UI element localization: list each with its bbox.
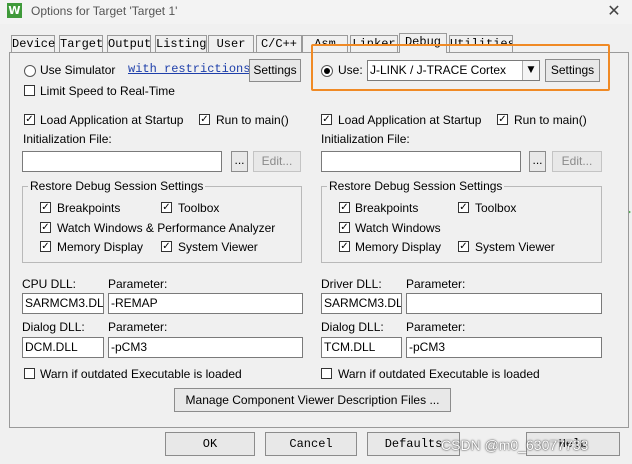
- limit-speed-checkbox[interactable]: [24, 85, 35, 96]
- breakpoints-checkbox[interactable]: ✓: [40, 202, 51, 213]
- dialog-dll-input[interactable]: DCM.DLL: [22, 337, 104, 358]
- load-app-checkbox[interactable]: ✓: [24, 114, 35, 125]
- button-label: ...: [234, 153, 245, 167]
- tab-target[interactable]: Target: [59, 35, 103, 53]
- toolbox-checkbox[interactable]: ✓: [161, 202, 172, 213]
- system-viewer-checkbox[interactable]: ✓: [161, 241, 172, 252]
- tab-device[interactable]: Device: [11, 35, 55, 53]
- init-file-label: Initialization File:: [321, 132, 410, 146]
- toolbox-label: Toolbox: [475, 201, 517, 215]
- run-to-main-checkbox[interactable]: ✓: [497, 114, 508, 125]
- limit-speed-label: Limit Speed to Real-Time: [40, 84, 175, 98]
- use-simulator-label: Use Simulator: [40, 63, 116, 77]
- tab-c-cpp[interactable]: C/C++: [256, 35, 302, 53]
- watch-windows-label: Watch Windows: [355, 221, 441, 235]
- button-label: Defaults: [384, 437, 443, 451]
- init-file-input[interactable]: [321, 151, 521, 172]
- driver-parameter-input[interactable]: [406, 293, 602, 314]
- tab-output[interactable]: Output: [107, 35, 151, 53]
- run-to-main-label: Run to main(): [216, 113, 289, 127]
- watch-windows-checkbox[interactable]: ✓: [339, 222, 350, 233]
- warn-outdated-checkbox[interactable]: [24, 368, 35, 379]
- warn-outdated-checkbox[interactable]: [321, 368, 332, 379]
- restore-group-title: Restore Debug Session Settings: [28, 179, 206, 193]
- title-bar: W Options for Target 'Target 1' ✕: [0, 0, 632, 24]
- simulator-settings-button[interactable]: Settings: [249, 59, 301, 82]
- tab-user[interactable]: User: [208, 35, 254, 53]
- watch-windows-checkbox[interactable]: ✓: [40, 222, 51, 233]
- driver-dll-input[interactable]: SARMCM3.DLL: [321, 293, 402, 314]
- cpu-dll-label: CPU DLL:: [22, 277, 77, 291]
- tab-label: Device: [12, 37, 56, 51]
- button-label: Edit...: [561, 154, 593, 168]
- cpu-parameter-input[interactable]: -REMAP: [108, 293, 303, 314]
- system-viewer-label: System Viewer: [475, 240, 555, 254]
- button-label: Manage Component Viewer Description File…: [185, 393, 440, 407]
- dialog-dll-input[interactable]: TCM.DLL: [321, 337, 402, 358]
- tab-listing[interactable]: Listing: [155, 35, 207, 53]
- init-file-browse-button[interactable]: ...: [231, 151, 248, 172]
- tab-label: C/C++: [260, 37, 297, 51]
- toolbox-label: Toolbox: [178, 201, 220, 215]
- init-file-edit-button[interactable]: Edit...: [253, 151, 301, 172]
- button-label: Edit...: [261, 154, 293, 168]
- init-file-input[interactable]: [22, 151, 222, 172]
- run-to-main-label: Run to main(): [514, 113, 587, 127]
- memory-display-checkbox[interactable]: ✓: [339, 241, 350, 252]
- watermark: CSDN @m0_63077733: [441, 437, 589, 453]
- driver-dll-label: Driver DLL:: [321, 277, 382, 291]
- dialog-parameter-input[interactable]: -pCM3: [108, 337, 303, 358]
- dialog-parameter-label: Parameter:: [108, 320, 168, 334]
- window-title: Options for Target 'Target 1': [31, 4, 178, 18]
- tab-label: Target: [60, 37, 104, 51]
- dialog-parameter-label: Parameter:: [406, 320, 466, 334]
- system-viewer-checkbox[interactable]: ✓: [458, 241, 469, 252]
- init-file-edit-button[interactable]: Edit...: [552, 151, 602, 172]
- init-file-label: Initialization File:: [23, 132, 112, 146]
- app-icon: W: [7, 3, 22, 18]
- dialog-parameter-input[interactable]: -pCM3: [406, 337, 602, 358]
- tab-label: Output: [108, 37, 152, 51]
- dialog-dll-label: Dialog DLL:: [321, 320, 384, 334]
- use-simulator-radio[interactable]: [24, 65, 36, 77]
- memory-display-label: Memory Display: [355, 240, 442, 254]
- button-label: Cancel: [289, 437, 333, 451]
- restrictions-link[interactable]: with restrictions: [128, 62, 250, 76]
- button-label: OK: [202, 437, 218, 451]
- memory-display-label: Memory Display: [57, 240, 144, 254]
- system-viewer-label: System Viewer: [178, 240, 258, 254]
- load-app-label: Load Application at Startup: [338, 113, 482, 127]
- memory-display-checkbox[interactable]: ✓: [40, 241, 51, 252]
- cancel-button[interactable]: Cancel: [265, 432, 357, 456]
- breakpoints-label: Breakpoints: [355, 201, 419, 215]
- load-app-label: Load Application at Startup: [40, 113, 184, 127]
- init-file-browse-button[interactable]: ...: [529, 151, 546, 172]
- toolbox-checkbox[interactable]: ✓: [458, 202, 469, 213]
- tab-label: User: [216, 37, 246, 51]
- manage-component-viewer-button[interactable]: Manage Component Viewer Description File…: [174, 388, 451, 412]
- restore-group-title: Restore Debug Session Settings: [327, 179, 505, 193]
- close-button[interactable]: ✕: [596, 0, 632, 22]
- ok-button[interactable]: OK: [165, 432, 255, 456]
- breakpoints-checkbox[interactable]: ✓: [339, 202, 350, 213]
- tab-label: Listing: [156, 37, 207, 51]
- watch-windows-label: Watch Windows & Performance Analyzer: [57, 221, 276, 235]
- breakpoints-label: Breakpoints: [57, 201, 121, 215]
- warn-outdated-label: Warn if outdated Executable is loaded: [338, 367, 540, 381]
- warn-outdated-label: Warn if outdated Executable is loaded: [40, 367, 242, 381]
- dialog-dll-label: Dialog DLL:: [22, 320, 85, 334]
- highlight-box: [311, 44, 610, 91]
- driver-parameter-label: Parameter:: [406, 277, 466, 291]
- run-to-main-checkbox[interactable]: ✓: [199, 114, 210, 125]
- button-label: Settings: [253, 63, 297, 77]
- load-app-checkbox[interactable]: ✓: [321, 114, 332, 125]
- cpu-dll-input[interactable]: SARMCM3.DLL: [22, 293, 104, 314]
- close-icon: ✕: [607, 1, 621, 20]
- button-label: ...: [532, 153, 543, 167]
- cpu-parameter-label: Parameter:: [108, 277, 168, 291]
